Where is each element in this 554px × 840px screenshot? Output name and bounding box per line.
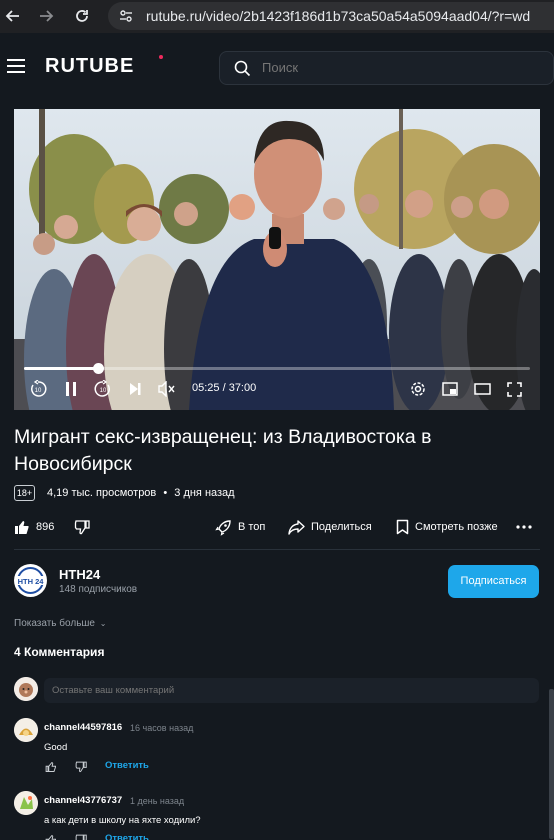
- theater-mode-icon[interactable]: [472, 379, 492, 399]
- subscriber-count: 148 подписчиков: [59, 584, 138, 595]
- reply-button[interactable]: Ответить: [105, 760, 149, 771]
- reply-button[interactable]: Ответить: [105, 833, 149, 840]
- site-settings-icon[interactable]: [118, 8, 134, 29]
- search-icon[interactable]: [234, 60, 251, 82]
- thumbs-up-icon[interactable]: [45, 833, 57, 840]
- time-display: 05:25 / 37:00: [192, 382, 257, 394]
- rewind-10-icon[interactable]: 10: [28, 379, 48, 399]
- view-count: 4,19 тыс. просмотров: [47, 487, 157, 499]
- comment-author[interactable]: channel44597816: [44, 722, 122, 733]
- forward-icon[interactable]: [36, 6, 56, 26]
- comment-input[interactable]: [44, 678, 539, 703]
- show-more-button[interactable]: Показать больше ⌄: [14, 618, 106, 629]
- to-top-button[interactable]: В топ: [215, 518, 265, 536]
- dislike-button[interactable]: [74, 518, 96, 536]
- svg-text:10: 10: [35, 388, 42, 394]
- svg-text:10: 10: [100, 388, 107, 394]
- miniplayer-icon[interactable]: [440, 379, 460, 399]
- rutube-logo[interactable]: RUTUBE: [45, 55, 134, 78]
- comment-text: Good: [44, 742, 68, 753]
- progress-knob[interactable]: [92, 363, 104, 374]
- comment-text: а как дети в школу на яхте ходили?: [44, 815, 201, 826]
- meta-separator: •: [163, 487, 168, 499]
- show-more-label: Показать больше: [14, 618, 95, 629]
- progress-fill: [24, 367, 99, 370]
- forward-10-icon[interactable]: 10: [93, 379, 113, 399]
- browser-toolbar: rutube.ru/video/2b1423f186d1b73ca50a54a5…: [0, 0, 554, 33]
- current-user-avatar: [14, 677, 38, 701]
- posted-date: 3 дня назад: [174, 487, 235, 499]
- channel-avatar[interactable]: НТН 24: [14, 564, 47, 597]
- menu-icon[interactable]: [7, 59, 25, 73]
- video-meta: 4,19 тыс. просмотров • 3 дня назад: [47, 487, 235, 499]
- thumbs-up-icon: [15, 520, 29, 534]
- more-options-icon[interactable]: [516, 518, 538, 536]
- logo-dot: [159, 55, 163, 59]
- video-player[interactable]: 10 10 05:25 / 37:00: [14, 109, 540, 410]
- scrollbar-thumb[interactable]: [549, 689, 554, 839]
- address-bar[interactable]: rutube.ru/video/2b1423f186d1b73ca50a54a5…: [108, 2, 554, 30]
- rocket-icon: [215, 519, 231, 536]
- comment-author[interactable]: channel43776737: [44, 795, 122, 806]
- subscribe-button[interactable]: Подписаться: [448, 565, 539, 598]
- comments-title: 4 Комментария: [14, 645, 105, 659]
- next-icon[interactable]: [125, 379, 145, 399]
- mute-icon[interactable]: [157, 379, 177, 399]
- url-text: rutube.ru/video/2b1423f186d1b73ca50a54a5…: [146, 8, 531, 24]
- reload-icon[interactable]: [72, 6, 92, 26]
- back-icon[interactable]: [3, 6, 23, 26]
- to-top-label: В топ: [238, 521, 266, 533]
- comment-time: 1 день назад: [130, 796, 185, 806]
- like-count: 896: [36, 521, 55, 533]
- like-button[interactable]: 896: [14, 518, 54, 536]
- comment-time: 16 часов назад: [130, 723, 194, 733]
- pause-icon[interactable]: [61, 379, 81, 399]
- divider: [14, 549, 540, 550]
- watch-later-label: Смотреть позже: [415, 521, 498, 533]
- channel-logo-text: НТН 24: [18, 577, 45, 586]
- search-box[interactable]: [219, 51, 554, 85]
- comment-avatar[interactable]: [14, 718, 38, 742]
- thumbs-down-icon[interactable]: [75, 833, 87, 840]
- thumbs-down-icon: [74, 519, 90, 534]
- page-scrollbar[interactable]: [549, 99, 554, 840]
- settings-icon[interactable]: [408, 379, 428, 399]
- thumbs-up-icon[interactable]: [45, 760, 57, 772]
- comment-avatar[interactable]: [14, 791, 38, 815]
- video-title: Мигрант секс-извращенец: из Владивостока…: [14, 426, 432, 475]
- share-button[interactable]: Поделиться: [288, 518, 372, 536]
- share-icon: [288, 519, 305, 535]
- thumbs-down-icon[interactable]: [75, 760, 87, 773]
- chevron-down-icon: ⌄: [99, 619, 107, 628]
- bookmark-icon: [396, 519, 409, 535]
- watch-later-button[interactable]: Смотреть позже: [396, 518, 498, 536]
- fullscreen-icon[interactable]: [504, 379, 524, 399]
- share-label: Поделиться: [311, 521, 372, 533]
- search-input[interactable]: [262, 60, 512, 75]
- age-rating-badge: 18+: [14, 485, 35, 501]
- progress-bar[interactable]: [24, 363, 530, 374]
- site-header: RUTUBE: [0, 33, 554, 99]
- channel-name[interactable]: НТН24: [59, 567, 100, 582]
